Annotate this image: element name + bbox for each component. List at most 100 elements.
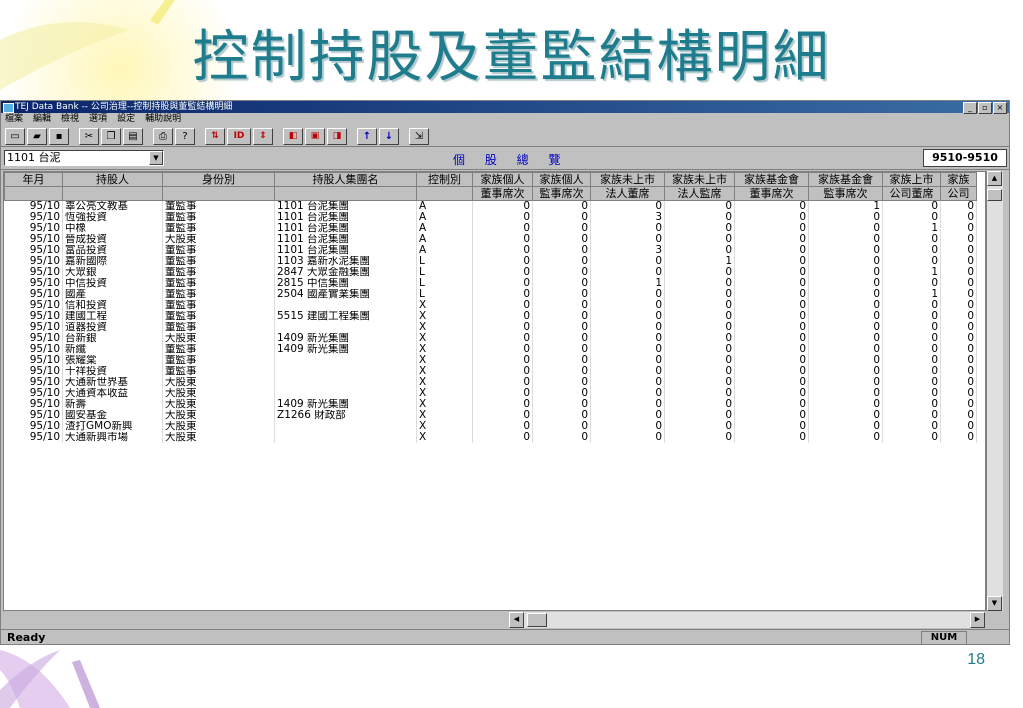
- menu-help[interactable]: 輔助說明: [145, 113, 181, 126]
- open-folder-icon[interactable]: ▰: [27, 127, 47, 145]
- table-row[interactable]: 95/10 大通新世界基 大股東 X 0 0 0 0 0 0 0 0: [4, 377, 977, 388]
- table-cell: 95/10: [4, 311, 63, 322]
- sort-icon[interactable]: ⇅: [205, 127, 225, 145]
- column-header[interactable]: 家族未上市: [590, 172, 665, 187]
- help-icon[interactable]: ?: [175, 127, 195, 145]
- menu-options[interactable]: 選項: [89, 113, 107, 126]
- filter-icon[interactable]: ⇕: [253, 127, 273, 145]
- period-field[interactable]: 9510-9510: [923, 149, 1007, 167]
- column-subheader[interactable]: [4, 186, 63, 201]
- scroll-thumb[interactable]: [987, 189, 1002, 201]
- column-header[interactable]: 家族未上市: [664, 172, 735, 187]
- table-row[interactable]: 95/10 富品投資 董監事 1101 台泥集團 A 0 0 3 0 0 0 0 0: [4, 245, 977, 256]
- menu-view[interactable]: 檢視: [61, 113, 79, 126]
- table-row[interactable]: 95/10 信和投資 董監事 X 0 0 0 0 0 0 0 0: [4, 300, 977, 311]
- table-row[interactable]: 95/10 國產 董監事 2504 國產實業集團 L 0 0 0 0 0 0 1 0: [4, 289, 977, 300]
- table-row[interactable]: 95/10 道器投資 董監事 X 0 0 0 0 0 0 0 0: [4, 322, 977, 333]
- table-cell: [274, 355, 417, 366]
- column-header[interactable]: 家族基金會: [734, 172, 809, 187]
- vertical-scrollbar[interactable]: ▲ ▼: [986, 171, 1003, 611]
- table-row[interactable]: 95/10 恆強投資 董監事 1101 台泥集團 A 0 0 3 0 0 0 0 0: [4, 212, 977, 223]
- table-cell: 0: [734, 311, 809, 322]
- table-row[interactable]: 95/10 中信投資 董監事 2815 中信集團 L 0 0 1 0 0 0 0 0: [4, 278, 977, 289]
- save-icon[interactable]: ▪: [49, 127, 69, 145]
- table-row[interactable]: 95/10 大通資本收益 大股東 X 0 0 0 0 0 0 0 0: [4, 388, 977, 399]
- new-file-icon[interactable]: ▭: [5, 127, 25, 145]
- arrow-up-icon[interactable]: ↑: [357, 127, 377, 145]
- window-titlebar[interactable]: TEJ Data Bank -- 公司治理--控制持股與董監結構明細 _ ▫ ×: [1, 101, 1009, 114]
- table-cell: 0: [590, 234, 665, 245]
- column-header[interactable]: 年月: [4, 172, 63, 187]
- table-cell: 0: [664, 322, 735, 333]
- data-grid[interactable]: 年月 持股人 身份別 持股人集團名 控制別 家族個人 家族個人 家族未上市 家族未上市 家族基金會…: [3, 171, 986, 611]
- table-cell: 0: [532, 432, 591, 443]
- column-subheader[interactable]: 法人董席: [590, 186, 665, 201]
- table-cell: 0: [664, 366, 735, 377]
- table-row[interactable]: 95/10 新壽 大股東 1409 新光集團 X 0 0 0 0 0 0 0 0: [4, 399, 977, 410]
- table-row[interactable]: 95/10 晉成投資 大股東 1101 台泥集團 A 0 0 0 0 0 0 0 0: [4, 234, 977, 245]
- table-cell: 恆強投資: [62, 212, 163, 223]
- column-subheader[interactable]: 監事席次: [808, 186, 883, 201]
- horizontal-scrollbar[interactable]: ◀ ▶: [509, 612, 985, 628]
- table-cell: 0: [472, 410, 533, 421]
- column-header[interactable]: 家族: [940, 172, 977, 187]
- column-header[interactable]: 家族基金會: [808, 172, 883, 187]
- column-header[interactable]: 持股人: [62, 172, 163, 187]
- id-button[interactable]: ID: [227, 127, 251, 145]
- column-header[interactable]: 家族個人: [532, 172, 591, 187]
- cut-icon[interactable]: ✂: [79, 127, 99, 145]
- table-prev-icon[interactable]: ▣: [305, 127, 325, 145]
- arrow-down-icon[interactable]: ↓: [379, 127, 399, 145]
- table-row[interactable]: 95/10 十祥投資 董監事 X 0 0 0 0 0 0 0 0: [4, 366, 977, 377]
- table-row[interactable]: 95/10 嘉新國際 董監事 1103 嘉新水泥集團 L 0 0 0 1 0 0 0 0: [4, 256, 977, 267]
- copy-icon[interactable]: ❐: [101, 127, 121, 145]
- table-row[interactable]: 95/10 張耀棠 董監事 X 0 0 0 0 0 0 0 0: [4, 355, 977, 366]
- scroll-left-icon[interactable]: ◀: [509, 612, 524, 628]
- table-row[interactable]: 95/10 新纖 董監事 1409 新光集團 X 0 0 0 0 0 0 0 0: [4, 344, 977, 355]
- table-cell: 0: [532, 212, 591, 223]
- table-row[interactable]: 95/10 國安基金 大股東 Z1266 財政部 X 0 0 0 0 0 0 0 0: [4, 410, 977, 421]
- company-select[interactable]: 1101 台泥 ▼: [4, 150, 164, 166]
- menu-file[interactable]: 檔案: [5, 113, 23, 126]
- column-header[interactable]: 身份別: [162, 172, 275, 187]
- table-cell: 0: [472, 333, 533, 344]
- scroll-down-icon[interactable]: ▼: [987, 596, 1002, 611]
- scroll-right-icon[interactable]: ▶: [970, 612, 985, 628]
- column-subheader[interactable]: 公司: [940, 186, 977, 201]
- column-subheader[interactable]: 公司董席: [882, 186, 941, 201]
- column-subheader[interactable]: 監事席次: [532, 186, 591, 201]
- scroll-up-icon[interactable]: ▲: [987, 171, 1002, 186]
- close-button[interactable]: ×: [993, 102, 1007, 114]
- paste-icon[interactable]: ▤: [123, 127, 143, 145]
- column-header[interactable]: 家族個人: [472, 172, 533, 187]
- exit-icon[interactable]: ⇲: [409, 127, 429, 145]
- print-icon[interactable]: ⎙: [153, 127, 173, 145]
- column-subheader[interactable]: 法人監席: [664, 186, 735, 201]
- table-row[interactable]: 95/10 建國工程 董監事 5515 建國工程集團 X 0 0 0 0 0 0 0 0: [4, 311, 977, 322]
- table-row[interactable]: 95/10 渣打GMO新興 大股東 X 0 0 0 0 0 0 0 0: [4, 421, 977, 432]
- table-first-icon[interactable]: ◧: [283, 127, 303, 145]
- column-subheader[interactable]: 董事席次: [472, 186, 533, 201]
- hscroll-thumb[interactable]: [527, 613, 547, 627]
- column-header[interactable]: 控制別: [416, 172, 473, 187]
- table-cell: 5515 建國工程集團: [274, 311, 417, 322]
- table-next-icon[interactable]: ◨: [327, 127, 347, 145]
- column-header[interactable]: 家族上市: [882, 172, 941, 187]
- restore-button[interactable]: ▫: [978, 102, 992, 114]
- menu-settings[interactable]: 設定: [117, 113, 135, 126]
- column-subheader[interactable]: [162, 186, 275, 201]
- table-cell: 0: [590, 256, 665, 267]
- column-header[interactable]: 持股人集團名: [274, 172, 417, 187]
- column-subheader[interactable]: 董事席次: [734, 186, 809, 201]
- column-subheader[interactable]: [274, 186, 417, 201]
- column-subheader[interactable]: [416, 186, 473, 201]
- minimize-button[interactable]: _: [963, 102, 977, 114]
- table-row[interactable]: 95/10 大眾銀 董監事 2847 大眾金融集團 L 0 0 0 0 0 0 1 0: [4, 267, 977, 278]
- table-row[interactable]: 95/10 辜公亮文教基 董監事 1101 台泥集團 A 0 0 0 0 0 1 0 0: [4, 200, 977, 212]
- table-row[interactable]: 95/10 台新銀 大股東 1409 新光集團 X 0 0 0 0 0 0 0 0: [4, 333, 977, 344]
- column-subheader[interactable]: [62, 186, 163, 201]
- chevron-down-icon[interactable]: ▼: [149, 151, 163, 165]
- menu-edit[interactable]: 編輯: [33, 113, 51, 126]
- table-row[interactable]: 95/10 中橡 董監事 1101 台泥集團 A 0 0 0 0 0 0 1 0: [4, 223, 977, 234]
- table-row[interactable]: 95/10 大通新興市場 大股東 X 0 0 0 0 0 0 0 0: [4, 432, 977, 443]
